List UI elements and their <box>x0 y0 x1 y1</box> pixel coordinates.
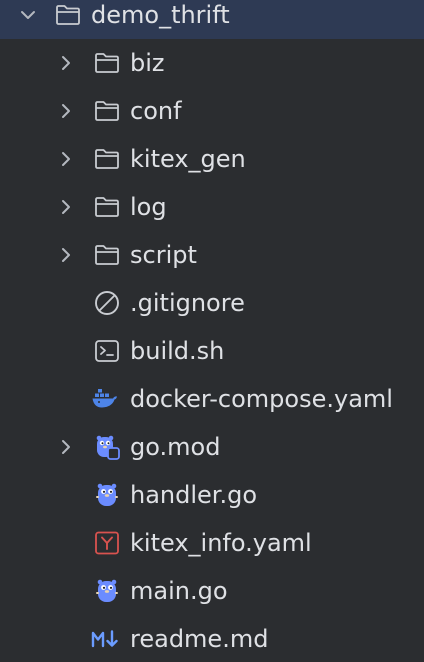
folder-icon <box>95 149 119 169</box>
tree-row-kitex-gen[interactable]: kitex_gen <box>0 135 424 183</box>
tree-row-label: handler.go <box>130 481 258 509</box>
go-gopher-icon <box>96 483 118 506</box>
tree-row-label: readme.md <box>130 625 269 653</box>
chevron-down-icon[interactable] <box>17 4 39 26</box>
tree-row-go-mod[interactable]: go.mod <box>0 423 424 471</box>
tree-row-label: kitex_info.yaml <box>130 529 312 557</box>
tree-row-script[interactable]: script <box>0 231 424 279</box>
tree-row-label: docker-compose.yaml <box>130 385 393 413</box>
yaml-icon <box>95 531 119 555</box>
tree-row-docker-compose[interactable]: docker-compose.yaml <box>0 375 424 423</box>
ignore-file-icon <box>95 291 119 315</box>
tree-row-label: go.mod <box>130 433 221 461</box>
tree-row-demo-thrift[interactable]: demo_thrift <box>0 0 424 39</box>
tree-row-label: build.sh <box>130 337 225 365</box>
tree-row-log[interactable]: log <box>0 183 424 231</box>
tree-row-build-sh[interactable]: build.sh <box>0 327 424 375</box>
chevron-right-icon[interactable] <box>55 100 77 122</box>
shell-script-icon <box>95 340 119 362</box>
project-tree: demo_thrift biz conf kitex_gen log scrip… <box>0 0 424 662</box>
folder-icon <box>95 197 119 217</box>
chevron-right-icon[interactable] <box>55 244 77 266</box>
tree-row-label: log <box>130 193 167 221</box>
tree-row-label: kitex_gen <box>130 145 246 173</box>
markdown-icon <box>91 630 118 648</box>
tree-row-gitignore[interactable]: .gitignore <box>0 279 424 327</box>
chevron-right-icon[interactable] <box>55 436 77 458</box>
tree-row-biz[interactable]: biz <box>0 39 424 87</box>
tree-row-conf[interactable]: conf <box>0 87 424 135</box>
tree-row-label: main.go <box>130 577 228 605</box>
chevron-right-icon[interactable] <box>55 148 77 170</box>
go-module-icon <box>96 435 120 460</box>
folder-icon <box>95 101 119 121</box>
docker-icon <box>92 389 117 408</box>
chevron-right-icon[interactable] <box>55 52 77 74</box>
tree-row-handler-go[interactable]: handler.go <box>0 471 424 519</box>
tree-row-kitex-info-yaml[interactable]: kitex_info.yaml <box>0 519 424 567</box>
tree-row-label: demo_thrift <box>91 1 230 29</box>
tree-row-label: conf <box>130 97 182 125</box>
chevron-right-icon[interactable] <box>55 196 77 218</box>
folder-icon <box>95 53 119 73</box>
folder-icon <box>95 245 119 265</box>
go-gopher-icon <box>96 579 118 602</box>
tree-row-main-go[interactable]: main.go <box>0 567 424 615</box>
folder-icon <box>56 5 80 25</box>
tree-row-label: .gitignore <box>130 289 245 317</box>
tree-row-label: biz <box>130 49 165 77</box>
tree-row-label: script <box>130 241 197 269</box>
tree-row-readme-md[interactable]: readme.md <box>0 615 424 662</box>
